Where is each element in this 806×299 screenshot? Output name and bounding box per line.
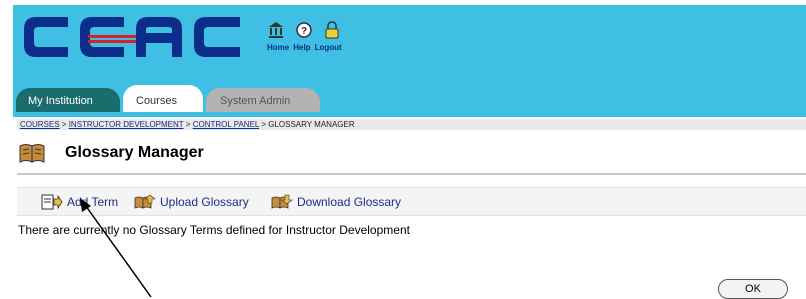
breadcrumb: COURSES > INSTRUCTOR DEVELOPMENT > CONTR… — [17, 119, 806, 130]
help-icon[interactable]: ? — [296, 21, 312, 39]
institution-icon[interactable] — [268, 21, 284, 39]
tab-system-admin[interactable]: System Admin — [206, 88, 320, 112]
tab-courses[interactable]: Courses — [123, 85, 203, 112]
upload-glossary-label: Upload Glossary — [160, 195, 249, 209]
download-book-icon — [271, 194, 293, 209]
upload-glossary-button[interactable]: Upload Glossary — [134, 194, 249, 210]
logout-link[interactable]: Logout — [315, 43, 342, 52]
divider — [17, 173, 806, 175]
breadcrumb-courses[interactable]: COURSES — [20, 120, 60, 129]
help-link[interactable]: Help — [293, 43, 310, 52]
page-title: Glossary Manager — [65, 144, 204, 161]
upload-book-icon — [134, 194, 156, 209]
download-glossary-label: Download Glossary — [297, 195, 402, 209]
download-glossary-button[interactable]: Download Glossary — [271, 194, 401, 210]
ccac-logo — [24, 17, 240, 57]
breadcrumb-instructor-development[interactable]: INSTRUCTOR DEVELOPMENT — [69, 120, 184, 129]
home-link[interactable]: Home — [267, 43, 289, 52]
add-term-label: Add Term — [67, 195, 119, 209]
breadcrumb-separator: > — [61, 120, 67, 129]
ok-button[interactable]: OK — [718, 279, 788, 299]
action-bar: Add Term Upload Glossary Download Glossa… — [17, 187, 806, 216]
breadcrumb-control-panel[interactable]: CONTROL PANEL — [193, 120, 259, 129]
empty-state-message: There are currently no Glossary Terms de… — [18, 223, 410, 237]
add-term-button[interactable]: Add Term — [41, 194, 118, 210]
breadcrumb-separator: > — [261, 120, 266, 129]
add-term-icon — [41, 194, 63, 210]
tab-my-institution[interactable]: My Institution — [16, 88, 120, 112]
tab-bar: My Institution Courses System Admin — [16, 85, 320, 112]
breadcrumb-separator: > — [185, 120, 191, 129]
logout-icon[interactable] — [324, 21, 340, 39]
page-header: Glossary Manager — [19, 142, 204, 164]
header-banner: ? Home Help Logout My Institution Course… — [13, 5, 806, 117]
breadcrumb-glossary-manager: GLOSSARY MANAGER — [268, 120, 355, 129]
svg-text:?: ? — [301, 26, 307, 37]
book-icon — [19, 144, 45, 163]
